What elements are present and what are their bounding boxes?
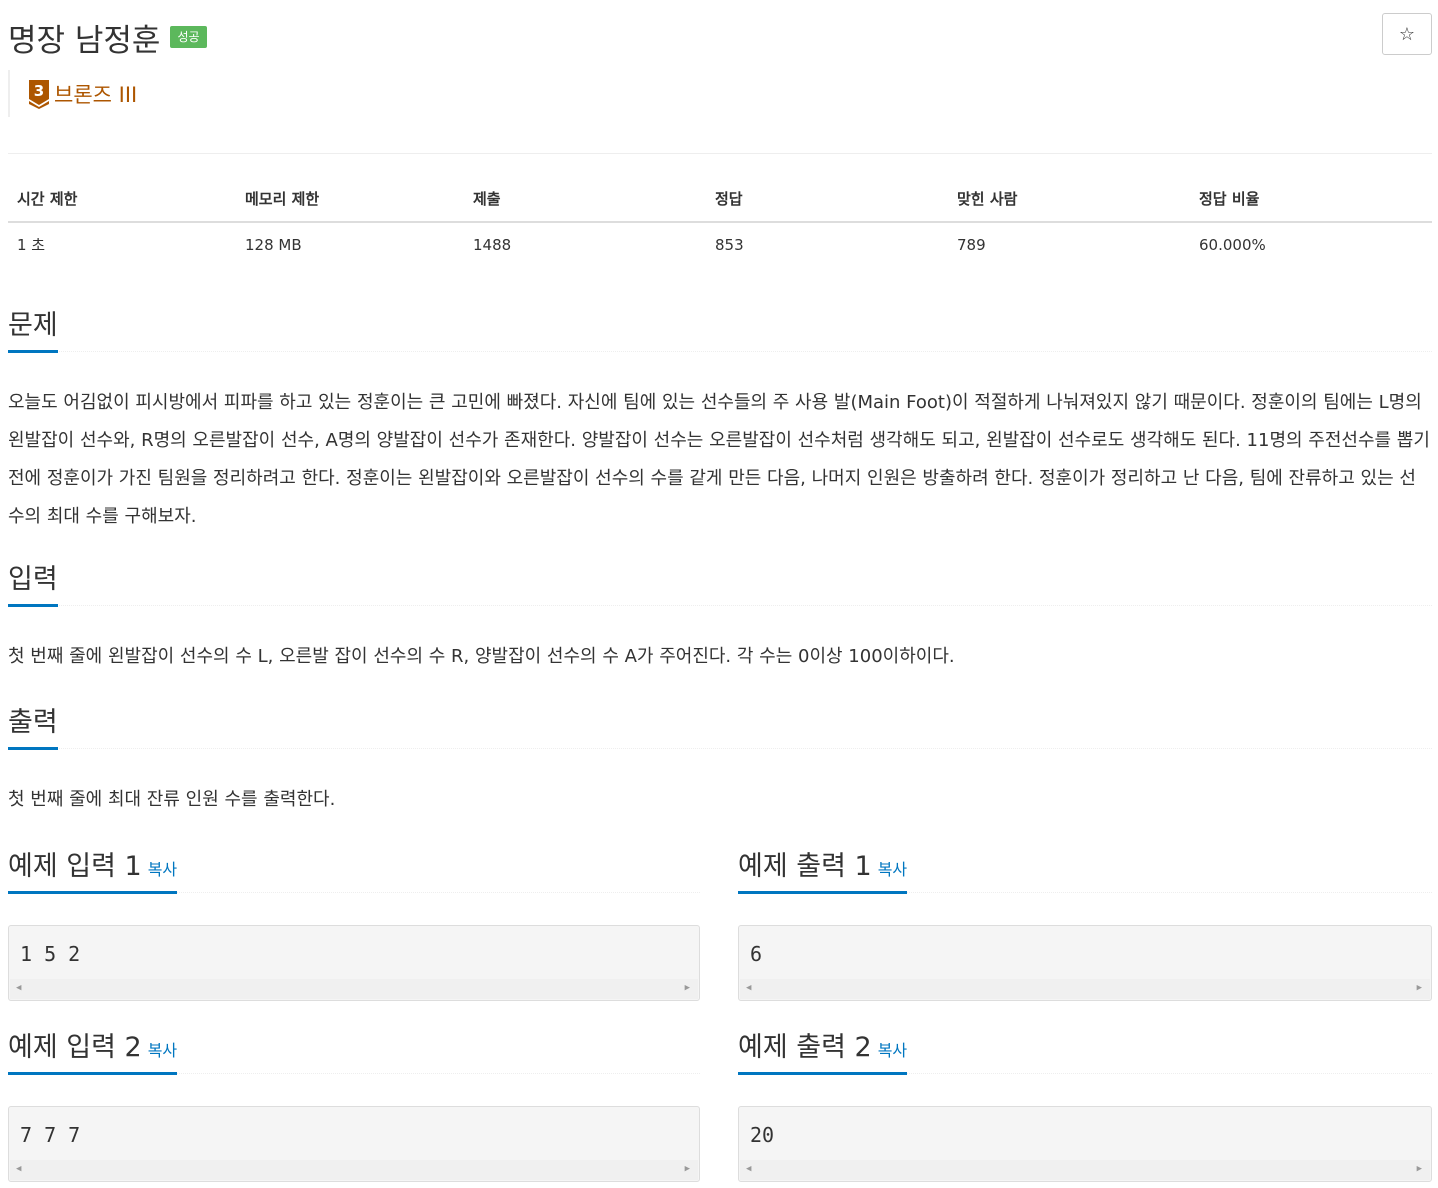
header-memory-limit: 메모리 제한 (236, 176, 464, 223)
sample-output-2-title: 예제 출력 2 복사 (738, 1025, 908, 1075)
bronze-tier-icon: 3 (29, 79, 49, 109)
scroll-left-icon[interactable]: ◀ (16, 984, 21, 993)
header-accepted: 정답 (706, 176, 948, 223)
sample-output-1-box: 6 ◀ ▶ (738, 925, 1432, 1001)
problem-info-table: 시간 제한 메모리 제한 제출 정답 맞힌 사람 정답 비율 1 초 128 M… (8, 176, 1432, 266)
problem-section-header: 문제 (8, 303, 1432, 353)
submissions-value: 1488 (473, 235, 512, 254)
table-header-row: 시간 제한 메모리 제한 제출 정답 맞힌 사람 정답 비율 (8, 176, 1432, 223)
scroll-right-icon[interactable]: ▶ (685, 984, 690, 993)
time-limit-value: 1 초 (17, 236, 46, 254)
header-submissions: 제출 (464, 176, 706, 223)
problem-description: 오늘도 어김없이 피시방에서 피파를 하고 있는 정훈이는 큰 고민에 빠졌다.… (8, 392, 1430, 527)
accept-ratio-value: 60.000% (1199, 235, 1266, 254)
output-section-title: 출력 (8, 700, 58, 750)
copy-sample-output-2-button[interactable]: 복사 (878, 1041, 907, 1060)
sample-input-1-label: 예제 입력 1 (8, 851, 142, 882)
sample-output-1-label: 예제 출력 1 (738, 851, 872, 882)
sample-input-2-box: 7 7 7 ◀ ▶ (8, 1106, 700, 1182)
sample-input-2-header: 예제 입력 2 복사 (8, 1025, 700, 1075)
sample-input-1-box: 1 5 2 ◀ ▶ (8, 925, 700, 1001)
tier-block: 3 브론즈 III (8, 70, 137, 117)
sample-output-2-code: 20 (750, 1123, 775, 1147)
sample-output-1-title: 예제 출력 1 복사 (738, 844, 908, 894)
copy-sample-output-1-button[interactable]: 복사 (878, 860, 907, 879)
scroll-left-icon[interactable]: ◀ (746, 984, 751, 993)
copy-sample-input-2-button[interactable]: 복사 (148, 1041, 177, 1060)
sample-input-1-title: 예제 입력 1 복사 (8, 844, 178, 894)
accepted-value: 853 (715, 235, 744, 254)
problem-title: 명장 남정훈 (8, 22, 161, 59)
input-section-title: 입력 (8, 557, 58, 607)
sample-input-1-header: 예제 입력 1 복사 (8, 844, 700, 894)
memory-limit-value: 128 MB (245, 235, 302, 254)
sample-input-2-title: 예제 입력 2 복사 (8, 1025, 178, 1075)
scroll-left-icon[interactable]: ◀ (16, 1165, 21, 1174)
input-section-header: 입력 (8, 557, 1432, 607)
input-description: 첫 번째 줄에 왼발잡이 선수의 수 L, 오른발 잡이 선수의 수 R, 양발… (8, 646, 955, 667)
problem-section-title: 문제 (8, 303, 58, 353)
sample-input-2-code: 7 7 7 (20, 1123, 81, 1147)
scroll-right-icon[interactable]: ▶ (1417, 1165, 1422, 1174)
sample-output-2-box: 20 ◀ ▶ (738, 1106, 1432, 1182)
header-time-limit: 시간 제한 (8, 176, 236, 223)
header-accept-ratio: 정답 비율 (1190, 176, 1432, 223)
sample-output-2-label: 예제 출력 2 (738, 1032, 872, 1063)
horizontal-scrollbar[interactable]: ◀ ▶ (10, 1160, 698, 1180)
scroll-right-icon[interactable]: ▶ (1417, 984, 1422, 993)
sample-output-1-code: 6 (750, 942, 763, 966)
horizontal-scrollbar[interactable]: ◀ ▶ (740, 1160, 1430, 1180)
scroll-right-icon[interactable]: ▶ (685, 1165, 690, 1174)
sample-output-2-header: 예제 출력 2 복사 (738, 1025, 1432, 1075)
scroll-left-icon[interactable]: ◀ (746, 1165, 751, 1174)
tier-label[interactable]: 브론즈 III (54, 79, 137, 109)
horizontal-scrollbar[interactable]: ◀ ▶ (740, 979, 1430, 999)
sample-input-2-label: 예제 입력 2 (8, 1032, 142, 1063)
sample-output-1-header: 예제 출력 1 복사 (738, 844, 1432, 894)
table-row: 1 초 128 MB 1488 853 789 60.000% (8, 222, 1432, 266)
solved-users-value: 789 (957, 235, 986, 254)
copy-sample-input-1-button[interactable]: 복사 (148, 860, 177, 879)
status-badge: 성공 (170, 26, 207, 48)
tier-number: 3 (34, 82, 44, 100)
output-section-header: 출력 (8, 700, 1432, 750)
output-description: 첫 번째 줄에 최대 잔류 인원 수를 출력한다. (8, 789, 336, 810)
star-button[interactable]: ☆ (1382, 13, 1432, 55)
divider (8, 153, 1432, 154)
problem-title-row: 명장 남정훈 성공 (8, 14, 207, 60)
horizontal-scrollbar[interactable]: ◀ ▶ (10, 979, 698, 999)
sample-input-1-code: 1 5 2 (20, 942, 81, 966)
header-solved-users: 맞힌 사람 (948, 176, 1190, 223)
star-icon: ☆ (1398, 23, 1416, 45)
